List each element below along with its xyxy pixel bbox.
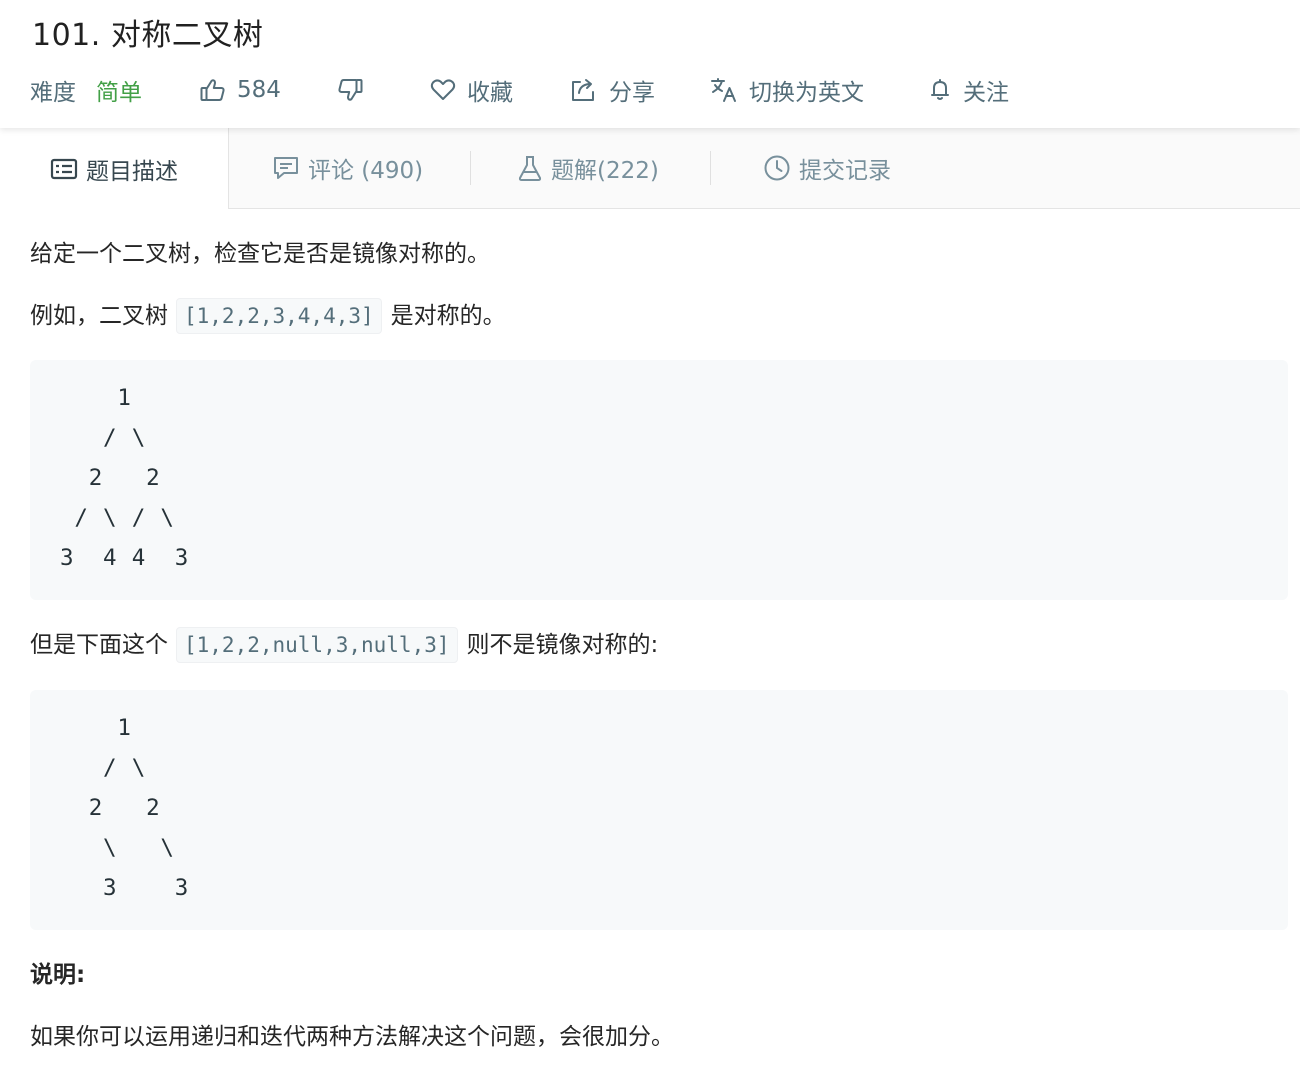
- translate-label: 切换为英文: [749, 80, 864, 106]
- intro-text: 给定一个二叉树，检查它是否是镜像对称的。: [30, 241, 490, 267]
- example-2-text: 但是下面这个 [1,2,2,null,3,null,3] 则不是镜像对称的:: [30, 627, 658, 663]
- tab-solutions[interactable]: 题解(222): [517, 128, 659, 208]
- comment-icon: [272, 155, 308, 181]
- example-1-text: 例如，二叉树 [1,2,2,3,4,4,3] 是对称的。: [30, 298, 506, 334]
- tab-label: 提交记录: [799, 158, 891, 184]
- tab-description[interactable]: 题目描述: [0, 128, 229, 209]
- difficulty: 难度 简单: [30, 70, 142, 110]
- example-1-code: [1,2,2,3,4,4,3]: [176, 298, 382, 334]
- tab-label: 评论 (490): [308, 158, 424, 184]
- tree-diagram-asymmetric: 1 / \ 2 2 \ \ 3 3: [30, 690, 1288, 930]
- share-label: 分享: [609, 80, 655, 106]
- share-button[interactable]: 分享: [570, 70, 655, 110]
- description-icon: [50, 157, 86, 181]
- tab-comments[interactable]: 评论 (490): [272, 128, 423, 208]
- tab-label: 题解(222): [551, 158, 659, 184]
- description-intro: 给定一个二叉树，检查它是否是镜像对称的。: [30, 236, 490, 272]
- difficulty-label: 难度: [30, 80, 76, 106]
- example-1-prefix: 例如，二叉树: [30, 303, 168, 329]
- note-body: 如果你可以运用递归和迭代两种方法解决这个问题，会很加分。: [30, 1024, 674, 1050]
- favorite-button[interactable]: 收藏: [430, 70, 513, 110]
- problem-tabs: 题目描述 评论 (490) 题解(222) 提交记录: [0, 128, 1300, 209]
- clock-icon: [763, 154, 799, 182]
- difficulty-value: 简单: [96, 80, 142, 106]
- tree-1-code: 1 / \ 2 2 / \ / \ 3 4 4 3: [60, 385, 190, 571]
- like-count: 584: [237, 77, 281, 103]
- example-2-suffix: 则不是镜像对称的:: [466, 632, 659, 658]
- thumbs-down-icon: [337, 78, 374, 102]
- tab-divider: [710, 151, 711, 185]
- tab-submissions[interactable]: 提交记录: [763, 128, 891, 208]
- note-text: 如果你可以运用递归和迭代两种方法解决这个问题，会很加分。: [30, 1019, 674, 1055]
- like-button[interactable]: 584: [200, 70, 281, 110]
- tree-2-code: 1 / \ 2 2 \ \ 3 3: [88, 715, 190, 901]
- problem-title: 101. 对称二叉树: [32, 18, 264, 53]
- tab-label: 题目描述: [86, 158, 178, 185]
- favorite-label: 收藏: [467, 80, 513, 106]
- problem-meta-bar: 难度 简单 584 收藏 分享 切换为英文 关注: [30, 70, 1270, 110]
- tab-divider: [470, 151, 471, 185]
- follow-label: 关注: [963, 80, 1009, 106]
- heart-icon: [430, 78, 467, 102]
- dislike-button[interactable]: [337, 70, 374, 110]
- example-2-code: [1,2,2,null,3,null,3]: [176, 627, 458, 663]
- translate-button[interactable]: 切换为英文: [710, 70, 864, 110]
- example-1-suffix: 是对称的。: [390, 303, 506, 329]
- example-2-prefix: 但是下面这个: [30, 632, 168, 658]
- problem-header: 101. 对称二叉树 难度 简单 584 收藏 分享 切换为英文 关注: [0, 0, 1300, 128]
- translate-icon: [710, 77, 749, 103]
- tree-diagram-symmetric: 1 / \ 2 2 / \ / \ 3 4 4 3: [30, 360, 1288, 600]
- share-icon: [570, 78, 609, 102]
- follow-button[interactable]: 关注: [928, 70, 1009, 110]
- note-heading: 说明:: [30, 962, 86, 988]
- thumbs-up-icon: [200, 78, 237, 102]
- bell-icon: [928, 77, 963, 103]
- flask-icon: [517, 154, 551, 182]
